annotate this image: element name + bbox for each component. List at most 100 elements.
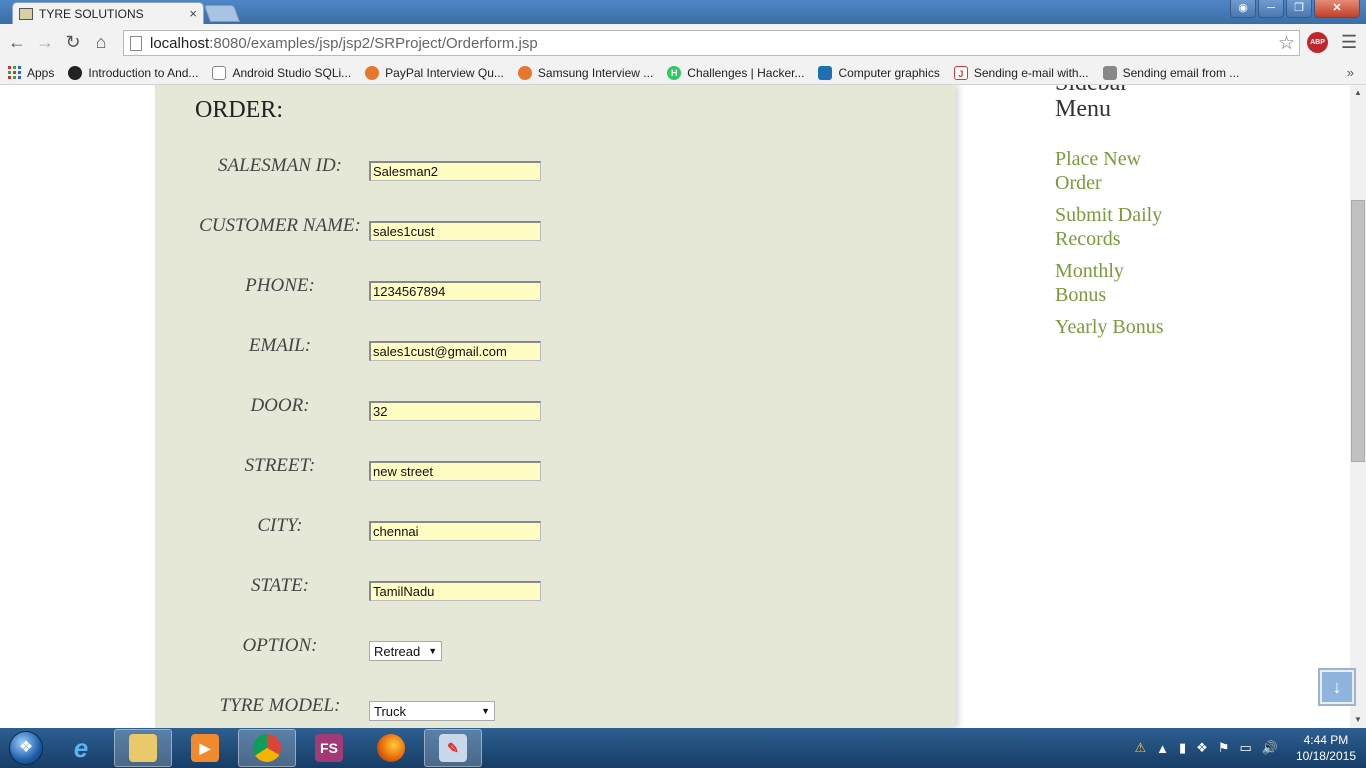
page-viewport: ORDER: SALESMAN ID: Salesman2 CUSTOMER N… — [0, 85, 1350, 728]
sidebar-link-place-new-order[interactable]: Place New Order — [1055, 147, 1175, 195]
scroll-to-bottom-button[interactable]: ↓ — [1318, 668, 1356, 706]
minimize-button[interactable]: ─ — [1258, 0, 1284, 18]
user-profile-icon[interactable]: ◉ — [1230, 0, 1256, 18]
tab-close-icon[interactable]: × — [189, 6, 197, 21]
field-label: STATE: — [250, 575, 310, 596]
clock-time: 4:44 PM — [1303, 733, 1349, 747]
back-arrow-icon[interactable]: ← — [3, 32, 31, 53]
field-label: TYRE MODEL: — [219, 695, 341, 716]
form-row-city: CITY: chennai — [155, 515, 955, 545]
page-icon — [130, 35, 142, 51]
taskbar-ie[interactable]: e — [52, 729, 110, 767]
battery-icon[interactable]: ▭ — [1239, 740, 1251, 756]
field-label: SALESMAN ID: — [217, 155, 342, 176]
address-bar[interactable]: localhost:8080/examples/jsp/jsp2/SRProje… — [123, 30, 1300, 56]
phone-input[interactable]: 1234567894 — [369, 281, 541, 301]
field-label: PHONE: — [245, 275, 315, 296]
volume-icon[interactable]: 🔊 — [1262, 740, 1278, 756]
windows-icon[interactable]: ❖ — [1196, 740, 1208, 756]
sidebar-title: Sidebar Menu — [1055, 85, 1128, 122]
form-row-state: STATE: TamilNadu — [155, 575, 955, 605]
taskbar-chrome[interactable] — [238, 729, 296, 767]
vertical-scrollbar[interactable]: ▲ ▼ — [1350, 85, 1366, 728]
down-arrow-icon: ↓ — [1322, 672, 1352, 702]
bookmark-label: Introduction to And... — [88, 65, 199, 80]
taskbar-firefox[interactable] — [362, 729, 420, 767]
sidebar-link-monthly-bonus[interactable]: Monthly Bonus — [1055, 259, 1175, 307]
bookmark-label: Apps — [27, 65, 55, 80]
city-input[interactable]: chennai — [369, 521, 541, 541]
action-center-flag-icon[interactable]: ⚑ — [1218, 740, 1230, 756]
bookmark-label: Android Studio SQLi... — [232, 65, 352, 80]
email-input[interactable]: sales1cust@gmail.com — [369, 341, 541, 361]
salesman-id-input[interactable]: Salesman2 — [369, 161, 541, 181]
form-row-customer-name: CUSTOMER NAME: sales1cust — [155, 215, 955, 245]
forward-arrow-icon[interactable]: → — [31, 32, 59, 53]
bookmarks-overflow-icon[interactable]: » — [1347, 65, 1354, 80]
bookmark-item[interactable]: H Challenges | Hacker... — [667, 65, 805, 80]
tyre-model-select-value: Truck — [374, 703, 407, 719]
taskbar-explorer[interactable] — [114, 729, 172, 767]
door-input[interactable]: 32 — [369, 401, 541, 421]
bookmark-item[interactable]: Introduction to And... — [68, 65, 199, 80]
new-tab-button[interactable] — [203, 5, 241, 22]
bookmark-apps[interactable]: Apps — [8, 66, 54, 80]
start-button[interactable]: ❖ — [0, 728, 52, 768]
field-label: STREET: — [244, 455, 316, 476]
form-row-email: EMAIL: sales1cust@gmail.com — [155, 335, 955, 365]
field-label: CITY: — [257, 515, 303, 536]
bookmark-star-icon[interactable]: ☆ — [1278, 32, 1295, 55]
bookmark-label: Sending email from ... — [1122, 65, 1240, 80]
internet-explorer-icon: e — [73, 733, 89, 763]
sidebar-links: Place New Order Submit Daily Records Mon… — [1055, 147, 1175, 347]
bookmark-label: Challenges | Hacker... — [687, 65, 805, 80]
tab-favicon-icon — [19, 7, 33, 20]
restore-button[interactable]: ❐ — [1286, 0, 1312, 18]
scrollbar-thumb[interactable] — [1351, 200, 1365, 462]
window-controls: ◉ ─ ❐ ✕ — [1230, 0, 1360, 18]
form-row-option: OPTION: Retread ▼ — [155, 635, 955, 665]
bookmark-item[interactable]: Computer graphics — [818, 65, 940, 80]
page-icon — [212, 65, 227, 80]
java-icon: J — [953, 65, 968, 80]
bookmark-item[interactable]: Android Studio SQLi... — [212, 65, 352, 80]
bookmark-item[interactable]: J Sending e-mail with... — [953, 65, 1089, 80]
reload-icon[interactable]: ↻ — [59, 32, 87, 53]
warning-icon[interactable]: ⚠ — [1134, 740, 1146, 756]
option-select[interactable]: Retread ▼ — [369, 641, 442, 661]
system-tray: ⚠ ▲ ▮ ❖ ⚑ ▭ 🔊 4:44 PM 10/18/2015 — [1134, 728, 1356, 768]
url-path: :8080/examples/jsp/jsp2/SRProject/Orderf… — [209, 34, 538, 52]
tab-title: TYRE SOLUTIONS — [39, 6, 144, 21]
windows-logo-icon: ❖ — [9, 731, 43, 765]
bookmark-item[interactable]: Samsung Interview ... — [517, 65, 653, 80]
scroll-up-arrow-icon[interactable]: ▲ — [1350, 85, 1366, 101]
taskbar-fs[interactable]: FS — [300, 729, 358, 767]
show-hidden-icons-arrow-icon[interactable]: ▲ — [1156, 741, 1169, 756]
bookmark-item[interactable]: PayPal Interview Qu... — [365, 65, 504, 80]
clock[interactable]: 4:44 PM 10/18/2015 — [1296, 732, 1356, 764]
taskbar-media-player[interactable]: ▶ — [176, 729, 234, 767]
home-icon[interactable]: ⌂ — [87, 32, 115, 53]
form-row-tyre-model: TYRE MODEL: Truck ▼ — [155, 695, 955, 725]
bookmark-label: Computer graphics — [838, 65, 940, 80]
site-icon — [517, 65, 532, 80]
sidebar-link-yearly-bonus[interactable]: Yearly Bonus — [1055, 315, 1175, 339]
close-window-button[interactable]: ✕ — [1314, 0, 1360, 18]
browser-menu-icon[interactable]: ☰ — [1341, 32, 1357, 53]
tyre-model-select[interactable]: Truck ▼ — [369, 701, 495, 721]
street-input[interactable]: new street — [369, 461, 541, 481]
form-row-phone: PHONE: 1234567894 — [155, 275, 955, 305]
adblock-icon[interactable]: ABP — [1307, 32, 1328, 53]
browser-tab[interactable]: TYRE SOLUTIONS × — [12, 2, 204, 24]
scroll-down-arrow-icon[interactable]: ▼ — [1350, 712, 1366, 728]
field-label: OPTION: — [242, 635, 318, 656]
network-signal-icon[interactable]: ▮ — [1179, 740, 1186, 756]
taskbar-paint[interactable]: ✎ — [424, 729, 482, 767]
sidebar-link-submit-daily-records[interactable]: Submit Daily Records — [1055, 203, 1175, 251]
state-input[interactable]: TamilNadu — [369, 581, 541, 601]
media-player-icon: ▶ — [191, 734, 219, 762]
paint-icon: ✎ — [439, 734, 467, 762]
windows-taskbar: ❖ e ▶ FS ✎ ⚠ ▲ ▮ ❖ ⚑ ▭ 🔊 4:44 PM 10/18/2… — [0, 728, 1366, 768]
bookmark-item[interactable]: Sending email from ... — [1102, 65, 1240, 80]
customer-name-input[interactable]: sales1cust — [369, 221, 541, 241]
